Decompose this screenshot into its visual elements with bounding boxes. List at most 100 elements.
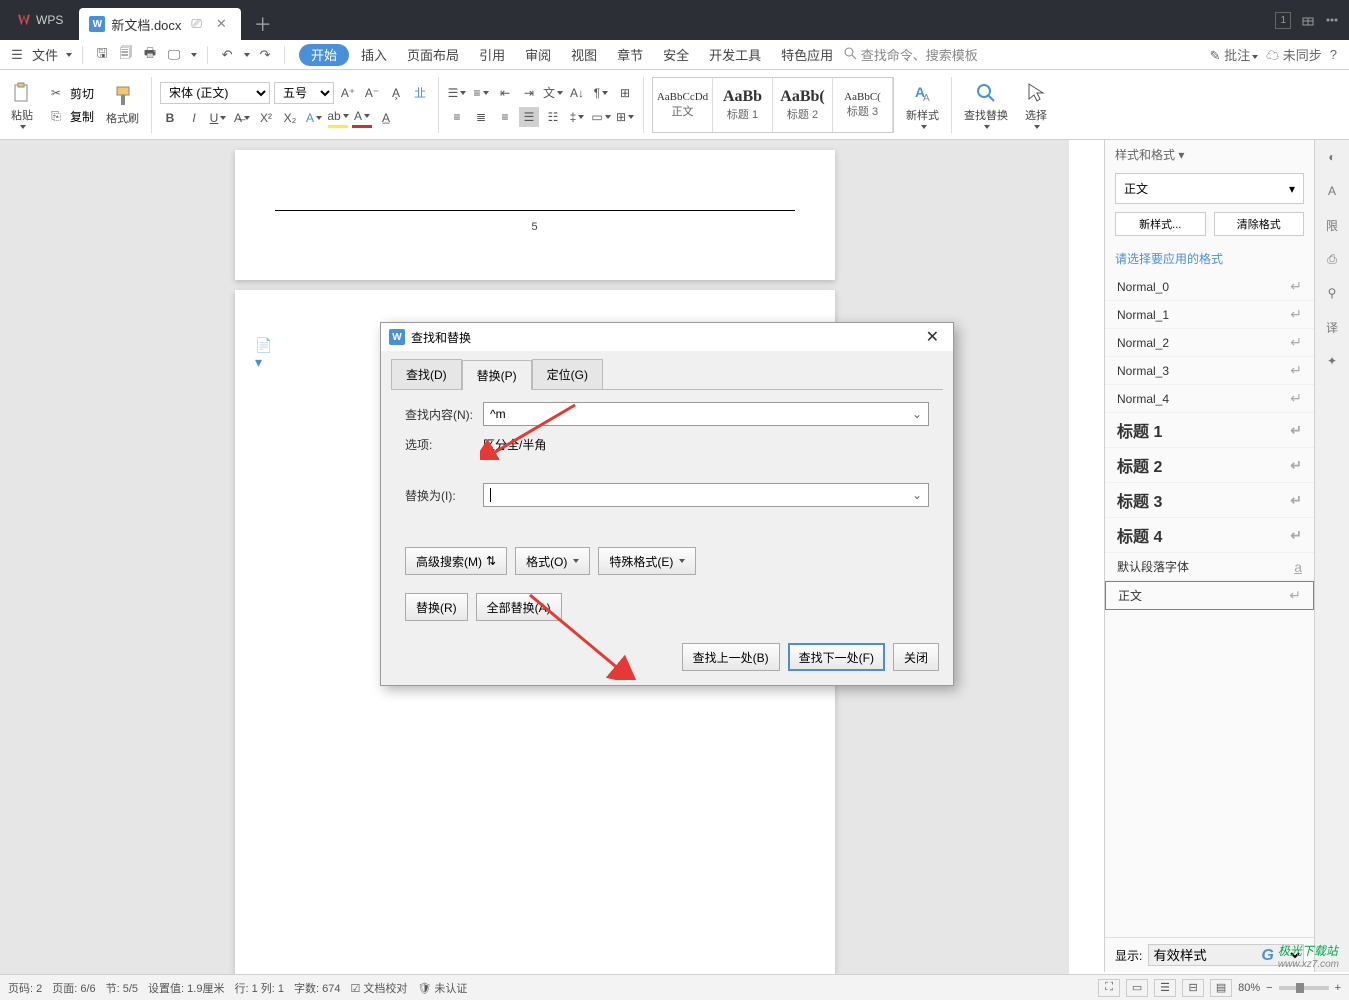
status-page[interactable]: 页码: 2: [8, 980, 42, 996]
bold-icon[interactable]: B: [160, 108, 180, 128]
shading-icon[interactable]: ▭: [591, 107, 611, 127]
change-case-icon[interactable]: A̧: [386, 83, 406, 103]
select-button[interactable]: 选择: [1020, 77, 1052, 133]
status-section[interactable]: 节: 5/5: [106, 980, 138, 996]
wps-logo[interactable]: WPS: [4, 4, 75, 36]
menu-view[interactable]: 视图: [561, 40, 607, 70]
status-setting[interactable]: 设置值: 1.9厘米: [148, 980, 224, 996]
file-menu[interactable]: 文件: [32, 45, 58, 64]
save-as-icon[interactable]: 🗐: [117, 46, 135, 64]
clear-format-button[interactable]: 清除格式: [1214, 212, 1305, 236]
align-center-icon[interactable]: ≣: [471, 107, 491, 127]
style-h2[interactable]: AaBb(标题 2: [773, 78, 833, 132]
status-auth[interactable]: 🛡 未认证: [417, 980, 467, 996]
style-item-h3[interactable]: 标题 3↵: [1105, 483, 1314, 518]
tool-share-icon[interactable]: ⚲: [1321, 282, 1343, 304]
numbering-icon[interactable]: ≡: [471, 83, 491, 103]
view-outline-icon[interactable]: ⊟: [1182, 979, 1204, 997]
new-style-button[interactable]: AA 新样式: [902, 77, 943, 133]
annotate-button[interactable]: ✎ 批注: [1210, 45, 1259, 64]
style-item-h1[interactable]: 标题 1↵: [1105, 413, 1314, 448]
format-button[interactable]: 格式(O): [515, 547, 590, 575]
style-item-body[interactable]: 正文↵: [1105, 581, 1314, 610]
find-next-button[interactable]: 查找下一处(F): [788, 643, 885, 671]
distributed-icon[interactable]: ☷: [543, 107, 563, 127]
zoom-in-icon[interactable]: +: [1335, 982, 1341, 994]
grow-font-icon[interactable]: A⁺: [338, 83, 358, 103]
menu-layout[interactable]: 页面布局: [397, 40, 469, 70]
font-size-select[interactable]: 五号: [274, 82, 334, 104]
strikethrough-icon[interactable]: A̶: [232, 108, 252, 128]
document-tab[interactable]: W 新文档.docx ⎚ ✕: [79, 8, 240, 40]
paragraph-mark-icon[interactable]: 📄▾: [255, 345, 273, 363]
view-read-icon[interactable]: ▤: [1210, 979, 1232, 997]
style-h1[interactable]: AaBb标题 1: [713, 78, 773, 132]
char-shading-icon[interactable]: A̲: [376, 108, 396, 128]
tab-goto[interactable]: 定位(G): [532, 359, 603, 389]
menu-review[interactable]: 审阅: [515, 40, 561, 70]
copy-button[interactable]: ⎘复制: [46, 106, 94, 126]
show-formatting-icon[interactable]: ⊞: [615, 83, 635, 103]
menu-references[interactable]: 引用: [469, 40, 515, 70]
save-icon[interactable]: 🖫: [93, 46, 111, 64]
special-format-button[interactable]: 特殊格式(E): [598, 547, 696, 575]
menu-dev[interactable]: 开发工具: [699, 40, 771, 70]
italic-icon[interactable]: I: [184, 108, 204, 128]
tab-find[interactable]: 查找(D): [391, 359, 462, 389]
tab-replace[interactable]: 替换(P): [462, 360, 532, 390]
status-pages[interactable]: 页面: 6/6: [52, 980, 95, 996]
style-item-normal1[interactable]: Normal_1↵: [1105, 301, 1314, 329]
gift-icon[interactable]: [1301, 13, 1315, 27]
paste-button[interactable]: 粘贴: [6, 77, 38, 133]
find-replace-button[interactable]: 查找替换: [960, 77, 1012, 133]
tool-limit-icon[interactable]: 限: [1321, 214, 1343, 236]
underline-icon[interactable]: U: [208, 108, 228, 128]
subscript-icon[interactable]: X₂: [280, 108, 300, 128]
borders-icon[interactable]: ⊞: [615, 107, 635, 127]
hamburger-icon[interactable]: ☰: [8, 46, 26, 64]
style-item-h4[interactable]: 标题 4↵: [1105, 518, 1314, 553]
style-item-normal3[interactable]: Normal_3↵: [1105, 357, 1314, 385]
styles-panel-title[interactable]: 样式和格式 ▾: [1105, 140, 1314, 169]
cut-button[interactable]: ✂剪切: [46, 83, 94, 103]
superscript-icon[interactable]: X²: [256, 108, 276, 128]
sort-icon[interactable]: A↓: [567, 83, 587, 103]
justify-icon[interactable]: ☰: [519, 107, 539, 127]
zoom-slider[interactable]: [1279, 986, 1329, 990]
tool-properties-icon[interactable]: ◐: [1321, 146, 1343, 168]
zoom-level[interactable]: 80%: [1238, 982, 1260, 994]
dialog-close-icon[interactable]: ✕: [920, 325, 945, 349]
menu-start[interactable]: 开始: [299, 44, 349, 66]
close-button[interactable]: 关闭: [893, 643, 939, 671]
menu-special[interactable]: 特色应用: [771, 40, 843, 70]
tool-tools-icon[interactable]: ✦: [1321, 350, 1343, 372]
bullets-icon[interactable]: ☰: [447, 83, 467, 103]
menu-chapter[interactable]: 章节: [607, 40, 653, 70]
align-right-icon[interactable]: ≡: [495, 107, 515, 127]
help-icon[interactable]: ?: [1330, 47, 1337, 62]
style-item-normal4[interactable]: Normal_4↵: [1105, 385, 1314, 413]
more-icon[interactable]: [1325, 13, 1339, 27]
style-normal[interactable]: AaBbCcDd正文: [653, 78, 713, 132]
advanced-search-button[interactable]: 高级搜索(M) ⇅: [405, 547, 507, 575]
text-effects-icon[interactable]: A: [304, 108, 324, 128]
replace-input[interactable]: ⌄: [483, 483, 929, 507]
tab-monitor-icon[interactable]: ⎚: [187, 16, 205, 32]
style-item-normal2[interactable]: Normal_2↵: [1105, 329, 1314, 357]
decrease-indent-icon[interactable]: ⇤: [495, 83, 515, 103]
font-family-select[interactable]: 宋体 (正文): [160, 82, 270, 104]
align-left-icon[interactable]: ≡: [447, 107, 467, 127]
view-print-icon[interactable]: ▭: [1126, 979, 1148, 997]
styles-list[interactable]: Normal_0↵ Normal_1↵ Normal_2↵ Normal_3↵ …: [1105, 273, 1314, 937]
format-painter-button[interactable]: 格式刷: [102, 80, 143, 130]
highlight-icon[interactable]: ab: [328, 108, 348, 128]
tool-translate-icon[interactable]: 译: [1321, 316, 1343, 338]
find-input[interactable]: ^m⌄: [483, 402, 929, 426]
line-spacing-icon[interactable]: ‡: [567, 107, 587, 127]
style-item-h2[interactable]: 标题 2↵: [1105, 448, 1314, 483]
tab-close-icon[interactable]: ✕: [212, 16, 231, 32]
replace-button[interactable]: 替换(R): [405, 593, 468, 621]
replace-all-button[interactable]: 全部替换(A): [476, 593, 562, 621]
redo-icon[interactable]: ↷: [256, 46, 274, 64]
undo-icon[interactable]: ↶: [218, 46, 236, 64]
